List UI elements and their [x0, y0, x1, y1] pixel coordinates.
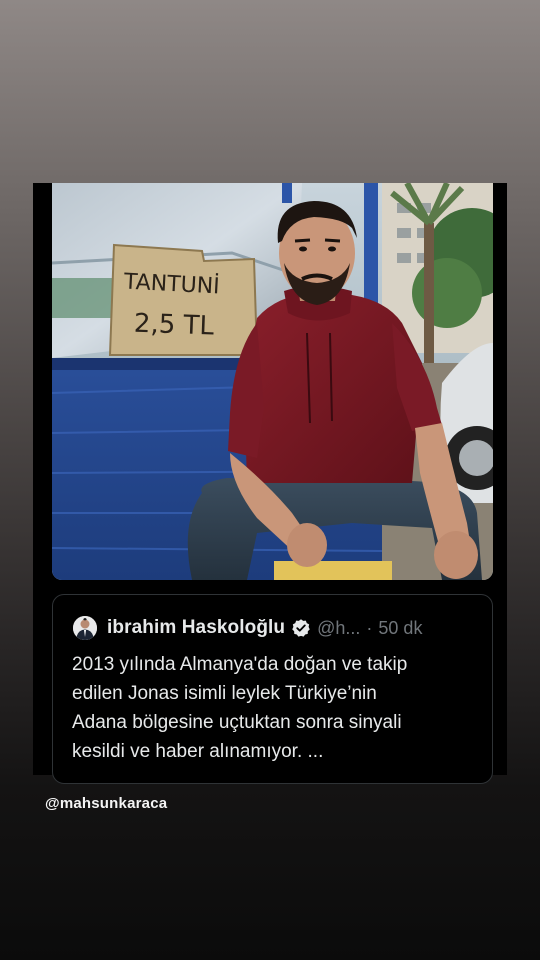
quoted-tweet-card[interactable]: ibrahim Haskoloğlu @h... · 50 dk 2013 yı…	[52, 594, 493, 784]
tweet-photo[interactable]: TANTUNİ 2,5 TL	[52, 183, 493, 580]
display-name[interactable]: ibrahim Haskoloğlu	[107, 617, 285, 639]
tweet-text: 2013 yılında Almanya'da doğan ve takip e…	[72, 654, 408, 762]
tweet-timestamp[interactable]: 50 dk	[378, 618, 422, 639]
verified-badge-icon	[292, 619, 310, 637]
tweet-handle[interactable]: @h...	[317, 618, 360, 639]
mention-sticker[interactable]: @mahsunkaraca	[45, 795, 167, 812]
story-card: TANTUNİ 2,5 TL ibrahim Haskoloğlu @h... …	[33, 183, 507, 784]
photo-illustration: TANTUNİ 2,5 TL	[52, 183, 493, 580]
tweet-header: ibrahim Haskoloğlu @h... · 50 dk	[73, 615, 480, 641]
avatar[interactable]	[73, 616, 97, 640]
sign-line-1: TANTUNİ	[122, 268, 220, 299]
meta-separator: ·	[366, 617, 373, 638]
sign-line-2: 2,5 TL	[133, 309, 214, 342]
